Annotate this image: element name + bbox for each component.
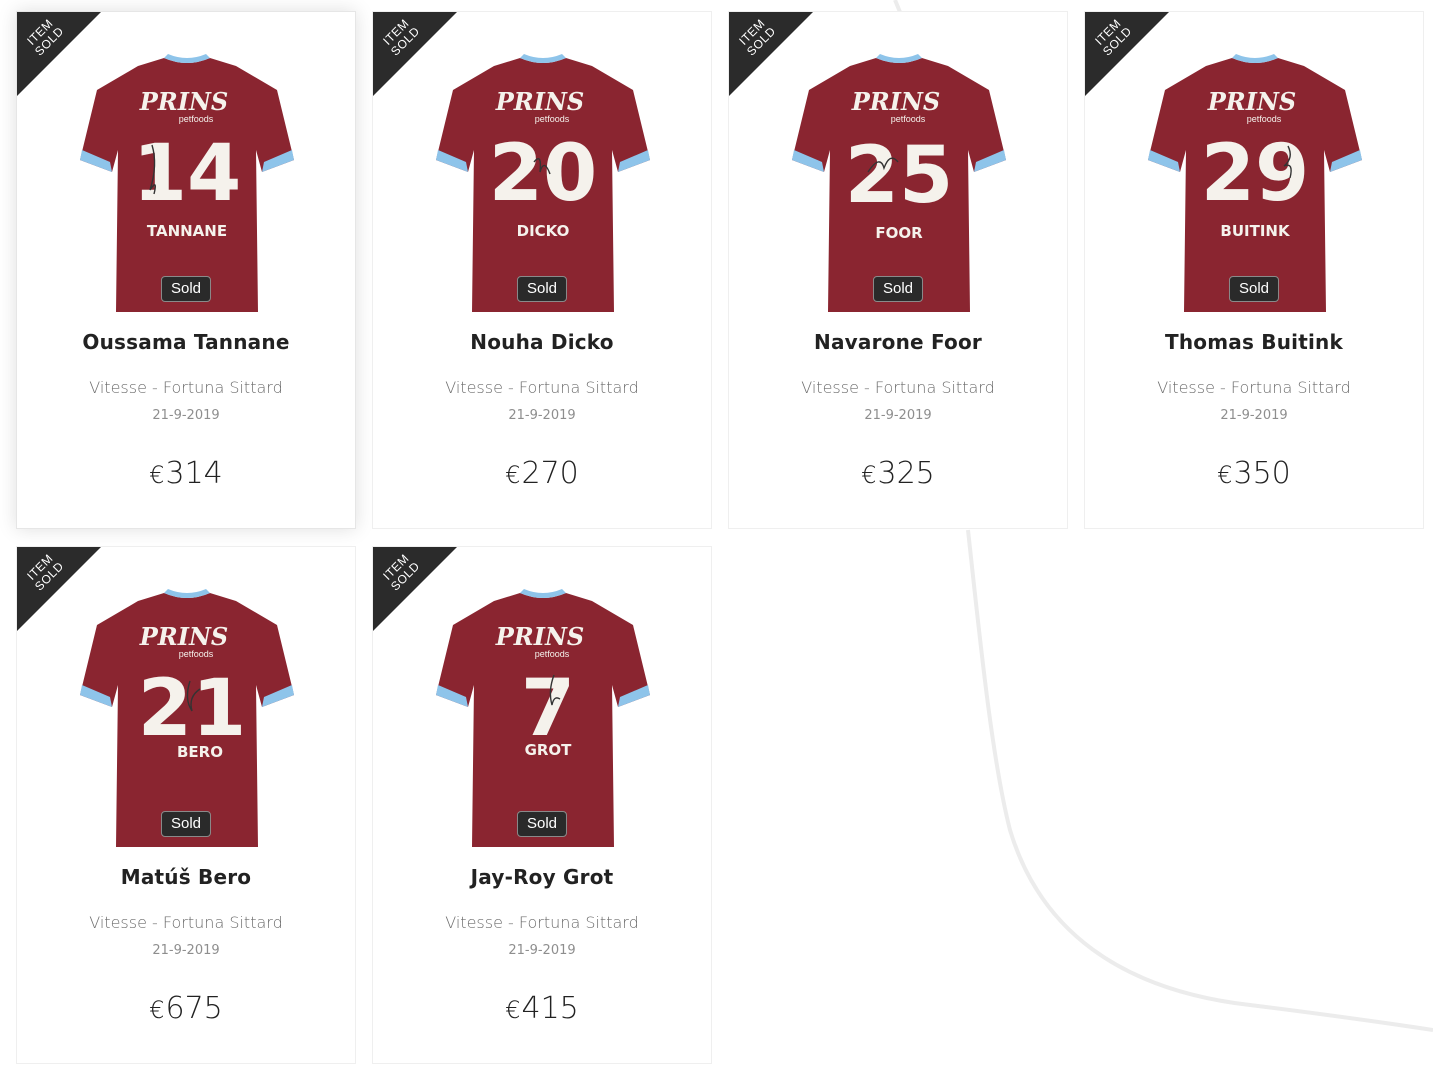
currency-symbol: € [505, 996, 521, 1024]
shirt-name: BERO [177, 743, 223, 761]
sponsor-logo: PRINS [851, 87, 941, 116]
shirt-name: GROT [525, 741, 573, 759]
product-card[interactable]: ITEM SOLD 21 BERO PRINS petfoods Sold Mat… [16, 546, 356, 1064]
product-card[interactable]: ITEM SOLD 7 GROT PRINS petfoods Sold Jay-… [372, 546, 712, 1064]
match-date: 21-9-2019 [152, 408, 220, 423]
sponsor-sub: petfoods [535, 114, 570, 124]
shirt-number: 25 [845, 131, 954, 221]
player-name[interactable]: Jay-Roy Grot [373, 865, 711, 889]
shirt-number: 14 [133, 129, 242, 219]
currency-symbol: € [1217, 461, 1233, 489]
shirt-name: BUITINK [1220, 222, 1291, 240]
currency-symbol: € [149, 461, 165, 489]
sold-badge: Sold [516, 811, 568, 837]
sponsor-logo: PRINS [495, 622, 585, 651]
currency-symbol: € [149, 996, 165, 1024]
sponsor-sub: petfoods [179, 114, 214, 124]
product-card[interactable]: ITEM SOLD 20 DICKO PRINS petfoods Sold No… [372, 11, 712, 529]
sponsor-sub: petfoods [1247, 114, 1282, 124]
price: €415 [505, 991, 579, 1026]
sponsor-logo: PRINS [139, 622, 229, 651]
match-label: Vitesse - Fortuna Sittard [89, 378, 283, 397]
product-card[interactable]: ITEM SOLD 29 BUITINK PRINS petfoods Sold … [1084, 11, 1424, 529]
price: €350 [1217, 456, 1291, 491]
sponsor-logo: PRINS [139, 87, 229, 116]
match-date: 21-9-2019 [508, 408, 576, 423]
shirt-number: 20 [489, 129, 598, 219]
sold-badge: Sold [516, 276, 568, 302]
match-date: 21-9-2019 [152, 943, 220, 958]
player-name[interactable]: Matúš Bero [17, 865, 355, 889]
sold-badge: Sold [872, 276, 924, 302]
match-date: 21-9-2019 [1220, 408, 1288, 423]
product-card[interactable]: ITEM SOLD 25 FOOR PRINS petfoods Sold Nav… [728, 11, 1068, 529]
match-label: Vitesse - Fortuna Sittard [89, 913, 283, 932]
player-name[interactable]: Oussama Tannane [17, 330, 355, 354]
price: €325 [861, 456, 935, 491]
match-label: Vitesse - Fortuna Sittard [1157, 378, 1351, 397]
currency-symbol: € [505, 461, 521, 489]
shirt-number: 29 [1201, 129, 1310, 219]
price: €270 [505, 456, 579, 491]
sold-badge: Sold [1228, 276, 1280, 302]
player-name[interactable]: Navarone Foor [729, 330, 1067, 354]
match-label: Vitesse - Fortuna Sittard [445, 913, 639, 932]
player-name[interactable]: Nouha Dicko [373, 330, 711, 354]
match-date: 21-9-2019 [864, 408, 932, 423]
price: €675 [149, 991, 223, 1026]
match-label: Vitesse - Fortuna Sittard [801, 378, 995, 397]
sponsor-sub: petfoods [891, 114, 926, 124]
shirt-name: TANNANE [147, 222, 227, 240]
match-label: Vitesse - Fortuna Sittard [445, 378, 639, 397]
sponsor-sub: petfoods [535, 649, 570, 659]
shirt-name: FOOR [875, 224, 923, 242]
price: €314 [149, 456, 223, 491]
sponsor-sub: petfoods [179, 649, 214, 659]
sponsor-logo: PRINS [495, 87, 585, 116]
currency-symbol: € [861, 461, 877, 489]
sponsor-logo: PRINS [1207, 87, 1297, 116]
match-date: 21-9-2019 [508, 943, 576, 958]
shirt-name: DICKO [517, 222, 570, 240]
sold-badge: Sold [160, 811, 212, 837]
player-name[interactable]: Thomas Buitink [1085, 330, 1423, 354]
sold-badge: Sold [160, 276, 212, 302]
product-card[interactable]: ITEM SOLD 14 TANNANE PRINS petfoods Sold … [16, 11, 356, 529]
